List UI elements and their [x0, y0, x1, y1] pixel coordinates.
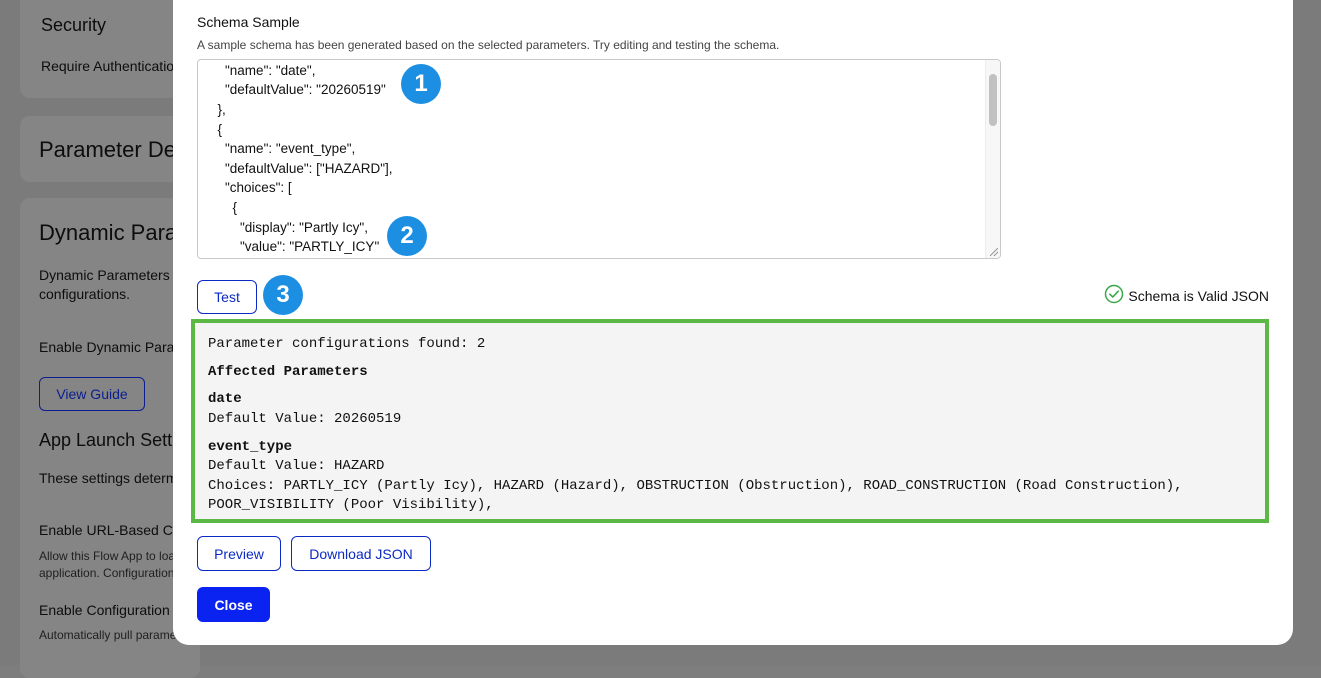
resize-grip-icon[interactable]: [990, 248, 998, 256]
annotation-badge-1: 1: [401, 64, 441, 104]
result-param-default: Default Value: HAZARD: [208, 458, 385, 474]
result-param-choices: Choices: PARTLY_ICY (Partly Icy), HAZARD…: [208, 478, 1183, 494]
code-line: "defaultValue": ["HAZARD"],: [210, 161, 393, 176]
result-param-name: date: [208, 391, 242, 407]
param-defaults-title: Parameter De: [39, 137, 176, 162]
test-button[interactable]: Test: [197, 280, 257, 314]
enable-config-desc: Automatically pull parame: [39, 628, 177, 642]
preview-button[interactable]: Preview: [197, 536, 281, 571]
result-found-count: Parameter configurations found: 2: [208, 336, 486, 352]
result-param-default: Default Value: 20260519: [208, 411, 402, 427]
annotation-badge-2: 2: [387, 216, 427, 256]
close-button[interactable]: Close: [197, 587, 270, 622]
modal-title: Schema Sample: [197, 14, 300, 30]
code-line: {: [210, 122, 223, 137]
code-line: "display": "Partly Icy",: [210, 220, 368, 235]
result-param-choices: POOR_VISIBILITY (Poor Visibility),: [208, 497, 494, 513]
require-auth-label: Require Authenticatio: [41, 58, 175, 74]
code-line: "name": "event_type",: [210, 141, 356, 156]
enable-url-desc-2: application. Configuration: [39, 566, 175, 580]
test-result-panel: Parameter configurations found: 2 Affect…: [191, 319, 1269, 523]
security-title: Security: [41, 15, 107, 35]
check-circle-icon: [1104, 284, 1124, 307]
editor-scroll-thumb[interactable]: [989, 74, 997, 126]
dynamic-params-title: Dynamic Para: [39, 220, 178, 245]
schema-valid-status: Schema is Valid JSON: [1104, 284, 1269, 307]
code-line: "choices": [: [210, 180, 292, 195]
app-launch-desc: These settings determ: [39, 470, 178, 486]
result-param-name: event_type: [208, 439, 293, 455]
editor-scrollbar[interactable]: [985, 60, 1000, 258]
code-line: "value": "PARTLY_ICY": [210, 239, 380, 254]
download-json-button[interactable]: Download JSON: [291, 536, 431, 571]
app-launch-title: App Launch Sett: [39, 430, 173, 450]
schema-editor[interactable]: "name": "date", "defaultValue": "2026051…: [197, 59, 1001, 259]
schema-valid-label: Schema is Valid JSON: [1128, 287, 1269, 304]
code-line: "name": "date",: [210, 63, 316, 78]
enable-dynamic-label: Enable Dynamic Para: [39, 339, 175, 355]
view-guide-button[interactable]: View Guide: [39, 377, 145, 411]
enable-config-label: Enable Configuration: [39, 602, 170, 618]
enable-url-desc-1: Allow this Flow App to loa: [39, 549, 176, 563]
enable-url-label: Enable URL-Based Co: [39, 522, 181, 538]
annotation-badge-3: 3: [263, 275, 303, 315]
schema-sample-modal: Schema Sample A sample schema has been g…: [173, 0, 1293, 645]
code-line: },: [210, 102, 226, 117]
code-line: {: [210, 200, 238, 215]
dynamic-params-desc-1: Dynamic Parameters: [39, 267, 170, 283]
dynamic-params-desc-2: configurations.: [39, 286, 131, 302]
modal-subtitle: A sample schema has been generated based…: [197, 38, 780, 52]
code-line: "defaultValue": "20260519": [210, 82, 386, 97]
result-affected-heading: Affected Parameters: [208, 364, 368, 380]
